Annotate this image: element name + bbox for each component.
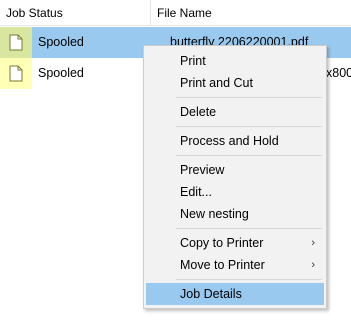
menu-item-label: Preview <box>180 163 225 177</box>
menu-item-label: Delete <box>180 105 217 119</box>
column-header-job-status[interactable]: Job Status <box>6 0 63 26</box>
file-name: x800 <box>326 66 351 80</box>
document-icon <box>9 34 23 51</box>
menu-separator <box>176 97 322 98</box>
menu-item-preview[interactable]: Preview <box>146 159 324 181</box>
menu-item-print-and-cut[interactable]: Print and Cut <box>146 72 324 94</box>
job-status: Spooled <box>38 66 84 80</box>
status-cell <box>0 27 32 58</box>
column-divider[interactable] <box>150 0 151 26</box>
menu-item-label: Print <box>180 54 206 68</box>
menu-item-label: Print and Cut <box>180 76 253 90</box>
menu-item-print[interactable]: Print <box>146 50 324 72</box>
menu-item-move-to-printer[interactable]: Move to Printer › <box>146 254 324 276</box>
menu-item-job-details[interactable]: Job Details <box>146 283 324 305</box>
menu-item-label: Edit... <box>180 185 212 199</box>
table-header: Job Status File Name <box>0 0 351 26</box>
chevron-right-icon: › <box>311 259 315 271</box>
menu-item-label: Move to Printer <box>180 258 265 272</box>
context-menu: Print Print and Cut Delete Process and H… <box>143 45 327 309</box>
menu-item-label: Process and Hold <box>180 134 279 148</box>
menu-item-copy-to-printer[interactable]: Copy to Printer › <box>146 232 324 254</box>
menu-item-delete[interactable]: Delete <box>146 101 324 123</box>
menu-item-label: Copy to Printer <box>180 236 264 250</box>
menu-item-process-and-hold[interactable]: Process and Hold <box>146 130 324 152</box>
column-header-file-name[interactable]: File Name <box>157 0 212 26</box>
menu-item-edit[interactable]: Edit... <box>146 181 324 203</box>
menu-separator <box>176 279 322 280</box>
job-status: Spooled <box>38 35 84 49</box>
menu-separator <box>176 126 322 127</box>
menu-item-new-nesting[interactable]: New nesting <box>146 203 324 225</box>
status-cell <box>0 58 32 89</box>
menu-item-label: New nesting <box>180 207 249 221</box>
menu-separator <box>176 228 322 229</box>
menu-item-label: Job Details <box>180 287 242 301</box>
menu-separator <box>176 155 322 156</box>
chevron-right-icon: › <box>311 237 315 249</box>
document-icon <box>9 65 23 82</box>
